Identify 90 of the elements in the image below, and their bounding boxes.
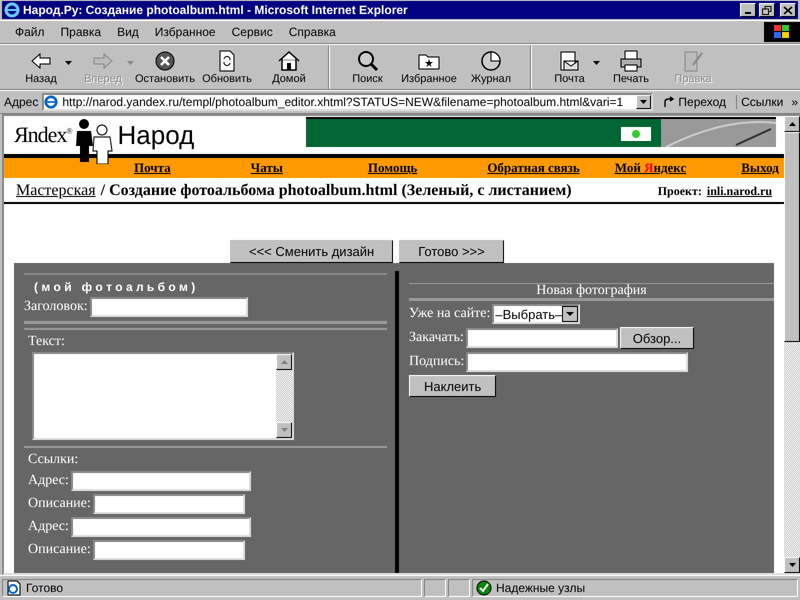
caret-icon[interactable] (65, 61, 72, 65)
input-field[interactable] (466, 328, 618, 348)
status-pane (424, 579, 446, 597)
check-icon (476, 580, 492, 596)
down-arrow-icon (280, 428, 288, 432)
album-heading: ( м о й ф о т о а л ь б о м ) (24, 273, 387, 294)
brand-name: Народ (118, 120, 194, 150)
menu-item[interactable]: Вид (110, 23, 146, 41)
print-icon (619, 49, 643, 73)
nav-link[interactable]: Почта (134, 160, 171, 176)
caret-icon (562, 306, 578, 322)
input-field[interactable] (92, 494, 245, 514)
toolbar-button[interactable]: Домой (258, 45, 320, 89)
home-icon (277, 49, 301, 73)
toolbar-button[interactable]: Почта (530, 45, 600, 89)
dropdown-button[interactable] (636, 95, 652, 109)
more-button[interactable]: » (791, 95, 798, 109)
nav-link[interactable]: Выход (741, 160, 779, 176)
caret-icon (640, 100, 648, 104)
nav-link[interactable]: Обратная связь (487, 160, 580, 176)
workshop-link[interactable]: Мастерская (16, 182, 96, 200)
links-button[interactable]: Ссылки (736, 95, 788, 109)
caret-icon[interactable] (593, 61, 600, 65)
toolbar-button[interactable]: Назад (10, 45, 72, 89)
restore-button[interactable] (759, 3, 775, 17)
toolbar-button[interactable]: Избранное (398, 45, 460, 89)
photo-heading: Новая фотография (409, 283, 774, 301)
status-text: Готово (26, 581, 64, 595)
toolbar-button[interactable]: Печать (600, 45, 662, 89)
field-label: Описание: (28, 542, 91, 558)
nav-link[interactable]: Помощь (368, 160, 418, 176)
page-title: / Создание фотоальбома photoalbum.html (Зеленый, с листанием) (100, 182, 572, 200)
windows-logo-icon (764, 22, 800, 42)
project-link[interactable]: inli.narod.ru (706, 184, 772, 198)
nav-button[interactable]: <<< Сменить дизайн (230, 240, 394, 263)
mail-icon (558, 49, 582, 73)
nav-link[interactable]: Чаты (250, 160, 283, 176)
menu-item[interactable]: Сервис (224, 23, 280, 41)
browse-button[interactable]: Обзор... (620, 327, 694, 349)
toolbar-button[interactable]: Поиск (328, 45, 398, 89)
close-icon (783, 6, 793, 14)
close-button[interactable] (780, 3, 796, 17)
stop-icon (153, 49, 177, 73)
address-field[interactable]: http://narod.yandex.ru/templ/photoalbum_editor.xhtml?STATUS=NEW&filename=photoalbum.html&vari=1 (42, 93, 654, 111)
menu-item[interactable]: Файл (8, 23, 52, 41)
menu-item[interactable]: Справка (282, 23, 343, 41)
field-label: Подпись: (409, 354, 464, 370)
paste-button[interactable]: Наклеить (409, 375, 496, 397)
menu-item[interactable]: Избранное (148, 23, 223, 41)
menu-item[interactable]: Правка (54, 23, 108, 41)
input-field[interactable] (90, 297, 248, 317)
go-button[interactable]: Переход (657, 95, 732, 109)
minimize-icon (745, 12, 751, 14)
history-icon (479, 49, 503, 73)
up-arrow-icon (280, 360, 288, 364)
security-zone: Надежные узлы (496, 581, 586, 595)
toolbar-button[interactable]: Остановить (134, 45, 196, 89)
nav-link[interactable]: Мой Яндекс (614, 160, 686, 176)
browser-icon (4, 2, 20, 18)
field-label: Текст: (28, 334, 66, 350)
page-icon (44, 95, 58, 109)
yandex-logo[interactable]: Яndex$^{®}$ (14, 122, 72, 148)
input-field[interactable] (466, 352, 688, 372)
field-label: Адрес: (28, 519, 69, 535)
field-label: Закачать: (409, 330, 464, 346)
search-icon (356, 49, 380, 73)
field-label: Заголовок: (24, 299, 88, 315)
toolbar-button[interactable]: Журнал (460, 45, 522, 89)
field-label: Адрес: (28, 473, 69, 489)
field-label: Ссылки: (28, 452, 80, 468)
restore-icon (762, 6, 772, 14)
down-arrow-icon (788, 563, 796, 567)
page-icon (6, 580, 22, 596)
scrollbar[interactable] (784, 116, 800, 573)
window-title: Народ.Ру: Создание photoalbum.html - Microsoft Internet Explorer (23, 3, 409, 17)
input-field[interactable] (92, 540, 245, 560)
status-pane (448, 579, 470, 597)
project-label: Проект: (658, 184, 702, 198)
field-label: Описание: (28, 496, 91, 512)
nav-button[interactable]: Готово >>> (399, 240, 504, 263)
minimize-button[interactable] (740, 3, 756, 17)
field-label: Уже на сайте: (409, 306, 490, 322)
address-label: Адрес (4, 95, 38, 109)
toolbar-button[interactable]: Обновить (196, 45, 258, 89)
input-field[interactable] (70, 471, 251, 491)
input-field[interactable] (70, 517, 251, 537)
go-arrow-icon (663, 96, 676, 108)
photo-select[interactable]: –Выбрать– (492, 304, 580, 324)
scrollbar[interactable] (276, 354, 292, 438)
up-arrow-icon (788, 122, 796, 126)
